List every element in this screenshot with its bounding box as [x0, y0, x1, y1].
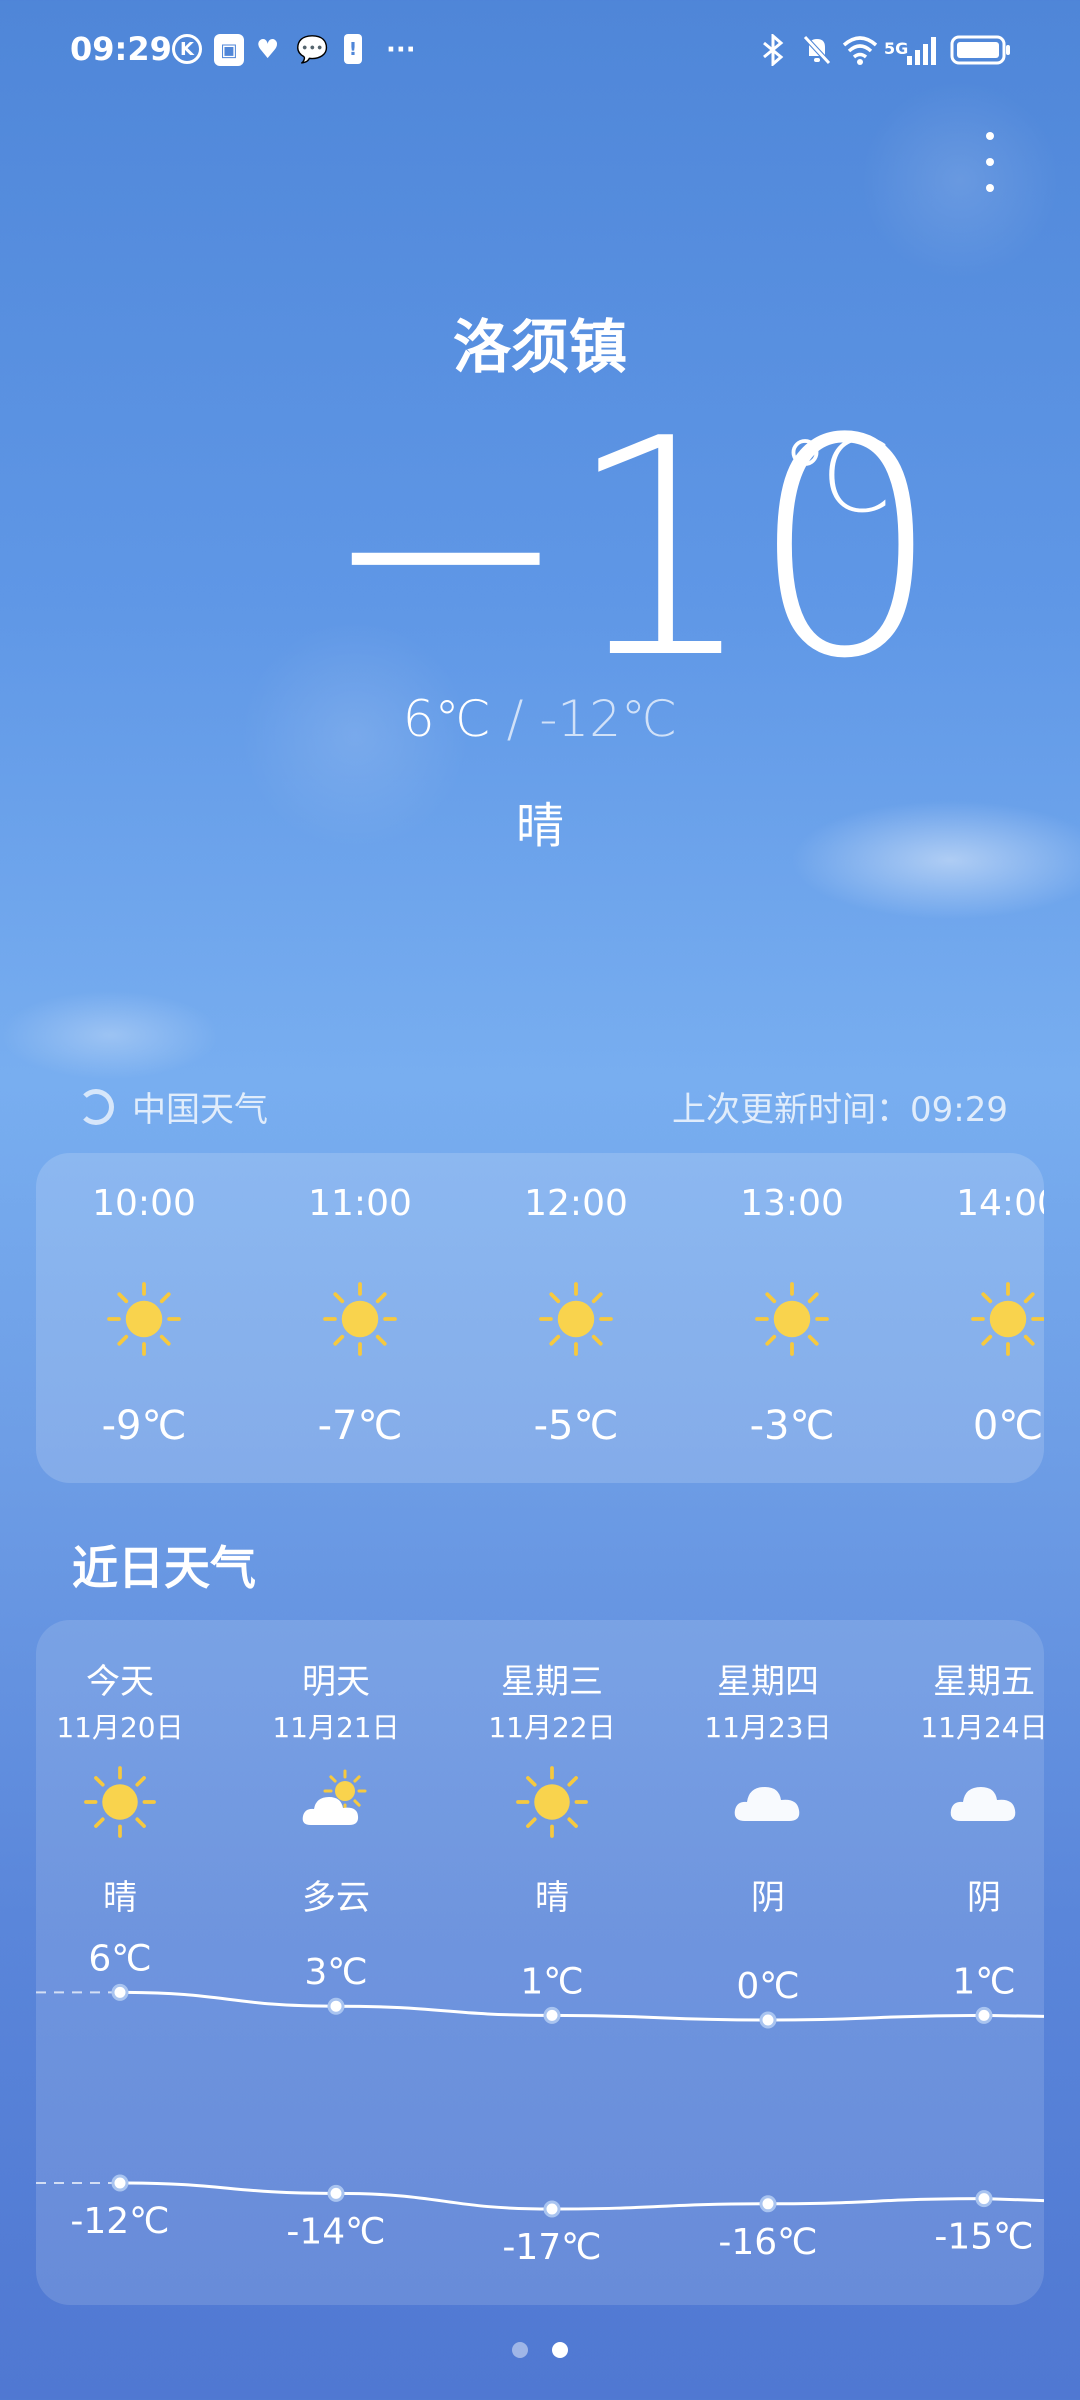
hour-temperature: -3℃ [749, 1403, 835, 1449]
page-indicator-dot[interactable] [512, 2342, 528, 2358]
high-temp-point [543, 2006, 561, 2024]
battery-saver-icon: ! [344, 34, 362, 64]
status-time: 09:29 [70, 30, 172, 68]
hour-temperature: -9℃ [101, 1403, 187, 1449]
hour-time: 14:00 [956, 1183, 1044, 1224]
low-temp-label: -14℃ [286, 2211, 385, 2252]
hourly-item: 10:00 -9℃ [69, 1153, 219, 1483]
wechat-icon: 💬 [296, 35, 329, 65]
hour-time: 10:00 [92, 1183, 196, 1224]
mute-bell-icon [802, 34, 832, 66]
high-trend-tail [983, 2013, 1044, 2018]
hour-time: 13:00 [740, 1183, 844, 1224]
hour-temperature: -5℃ [533, 1403, 619, 1449]
daily-forecast-title: 近日天气 [72, 1541, 256, 1595]
sun-icon [322, 1281, 398, 1357]
source-name: 中国天气 [132, 1090, 268, 1130]
high-temp-point [975, 2006, 993, 2024]
high-temp-label: 3℃ [304, 1952, 367, 1993]
sun-icon [754, 1281, 830, 1357]
temperature-trend-chart: 6℃ -12℃ 3℃ -14℃ 1℃ -17℃ 0℃ -16℃ 1℃ -15℃ [36, 1938, 1044, 2268]
low-temp-point [975, 2190, 993, 2208]
weather-source: 中国天气 [78, 1082, 268, 1131]
hourly-item: 14:00 0℃ [933, 1153, 1044, 1483]
hourly-item: 11:00 -7℃ [285, 1153, 435, 1483]
temp-separator: / [490, 690, 540, 748]
low-temp: -12℃ [539, 690, 678, 748]
hourly-item: 13:00 -3℃ [717, 1153, 867, 1483]
more-dots-icon: ··· [386, 35, 416, 65]
low-temp-point [327, 2184, 345, 2202]
k-circle-icon: K [172, 34, 202, 64]
heart-icon: ♥ [256, 35, 280, 65]
page-indicator-dot-active[interactable] [552, 2342, 568, 2358]
high-temp-label: 1℃ [952, 1961, 1015, 2002]
high-temp-label: 0℃ [736, 1966, 799, 2007]
current-condition: 晴 [515, 798, 564, 854]
low-temp-point [759, 2195, 777, 2213]
city-name: 洛须镇 [452, 313, 627, 381]
sun-icon [538, 1281, 614, 1357]
temperature-unit: ℃ [780, 418, 893, 535]
wifi-icon [842, 34, 878, 66]
battery-icon [950, 34, 1012, 66]
high-temp-point [111, 1983, 129, 2001]
low-trend-tail [983, 2197, 1044, 2203]
high-temp-label: 1℃ [520, 1961, 583, 2002]
low-temp-label: -16℃ [718, 2222, 817, 2263]
high-temp-point [327, 1997, 345, 2015]
low-temp-point [543, 2200, 561, 2218]
lens-glow [860, 80, 1060, 280]
background-cloud [0, 990, 220, 1080]
hour-time: 12:00 [524, 1183, 628, 1224]
low-temp-label: -17℃ [502, 2227, 601, 2268]
more-menu-button[interactable] [978, 132, 1002, 202]
hourly-item: 12:00 -5℃ [501, 1153, 651, 1483]
low-temp-label: -12℃ [70, 2201, 169, 2242]
low-temp-point [111, 2174, 129, 2192]
sun-icon [106, 1281, 182, 1357]
high-low-temperature: 6℃ / -12℃ [0, 690, 1080, 748]
hour-temperature: 0℃ [972, 1403, 1044, 1449]
low-temp-label: -15℃ [934, 2217, 1033, 2258]
high-temp-point [759, 2011, 777, 2029]
network-label: 5G [884, 38, 909, 58]
last-updated: 上次更新时间：09:29 [672, 1090, 1008, 1130]
signal-icon [906, 34, 940, 66]
hour-temperature: -7℃ [317, 1403, 403, 1449]
daily-forecast-card[interactable]: 今天 11月20日 晴明天 11月21日 多云 星期三 11月22日 晴星期四 1… [36, 1620, 1044, 2305]
hourly-forecast-card[interactable]: 10:00 -9℃ 11:00 -7℃ 12:00 -5℃ 13:00 -3℃ 14:0… [36, 1153, 1044, 1483]
wallet-icon: ▣ [214, 34, 244, 66]
china-weather-logo-icon [78, 1088, 114, 1125]
high-temp-label: 6℃ [88, 1938, 151, 1979]
sun-icon [970, 1281, 1044, 1357]
bluetooth-icon [762, 34, 784, 66]
hour-time: 11:00 [308, 1183, 412, 1224]
high-temp: 6℃ [402, 690, 491, 748]
